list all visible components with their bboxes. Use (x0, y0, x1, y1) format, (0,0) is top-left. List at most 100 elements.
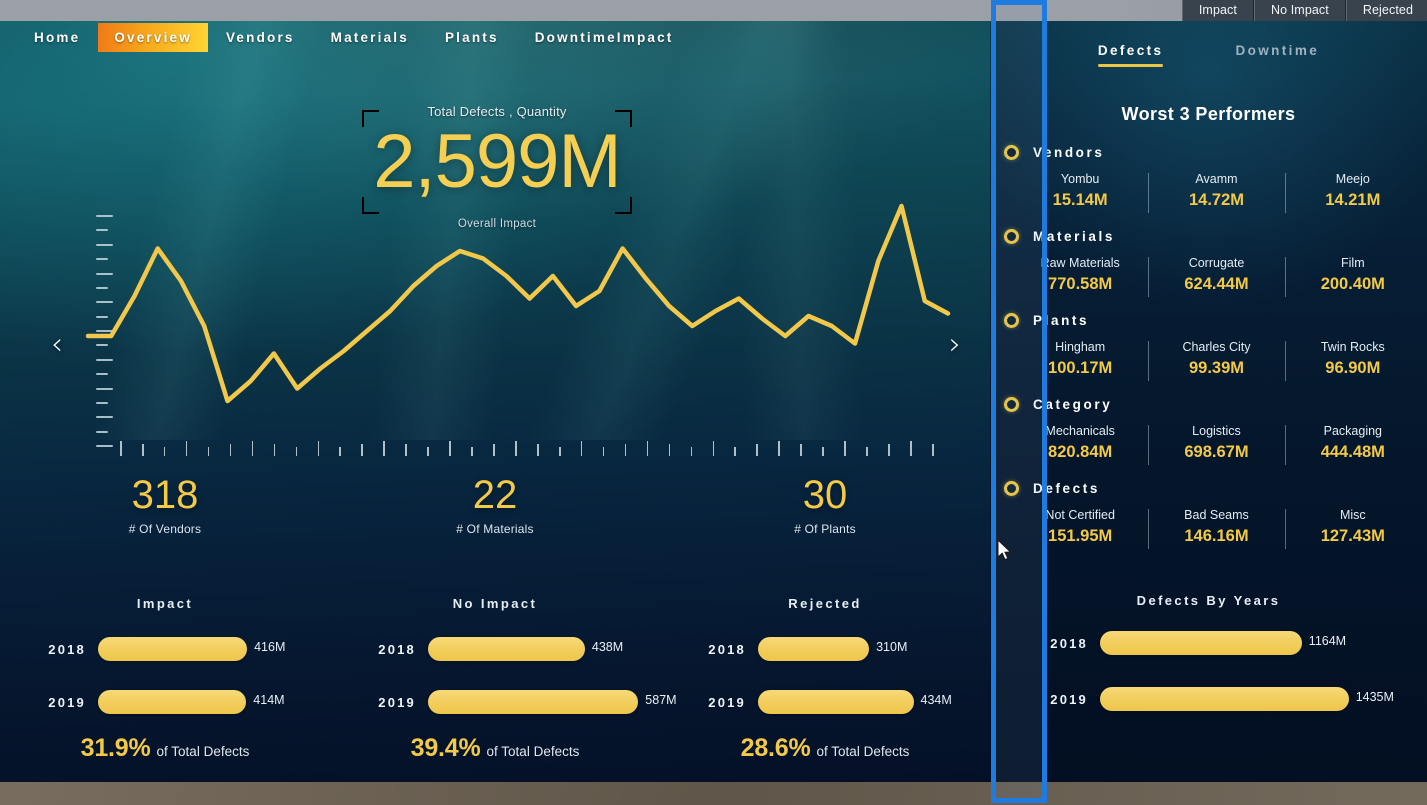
group-defects-label: Defects (1033, 481, 1100, 496)
nav-item-plants[interactable]: Plants (427, 23, 517, 52)
nav-item-vendors[interactable]: Vendors (208, 23, 313, 52)
chevron-left-icon[interactable]: ‹ (40, 328, 74, 362)
right-panel: Defects Downtime Worst 3 Performers Vend… (990, 10, 1427, 782)
item-value: 151.95M (1048, 527, 1113, 545)
report-canvas: Home Overview Vendors Materials Plants D… (0, 10, 1427, 782)
kpi-title: Total Defects , Quantity (427, 104, 567, 119)
counter-materials[interactable]: 22 # Of Materials (330, 472, 660, 552)
group-vendors-header[interactable]: Vendors (1004, 145, 1104, 160)
bar-value-label: 1164M (1308, 634, 1347, 648)
table-row[interactable]: 2019 587M (330, 689, 677, 715)
nav-item-materials[interactable]: Materials (313, 23, 427, 52)
item-value: 99.39M (1188, 359, 1245, 377)
table-row[interactable]: 2019 1435M (990, 686, 1427, 712)
group-defects-header[interactable]: Defects (1004, 481, 1100, 496)
list-item[interactable]: Avamm 14.72M (1148, 171, 1284, 213)
counter-plants[interactable]: 30 # Of Plants (660, 472, 990, 552)
group-plants-header[interactable]: Plants (1004, 313, 1089, 328)
bar-chart-impact[interactable]: Impact 2018 416M 2019 414M 31.9% of Tota… (0, 586, 330, 782)
bar-track: 434M (758, 690, 990, 714)
tab-downtime[interactable]: Downtime (1235, 43, 1319, 67)
table-row[interactable]: 2019 434M (660, 689, 990, 715)
item-value: 624.44M (1184, 275, 1249, 293)
bar-track: 1164M (1100, 631, 1427, 655)
group-vendors: Vendors Yombu 15.14M Avamm 14.72M Meejo (990, 140, 1427, 224)
list-item[interactable]: Mechanicals 820.84M (1012, 423, 1148, 463)
x-axis-tick (580, 441, 583, 456)
no-impact-percentage: 39.4% of Total Defects (330, 734, 660, 763)
item-value: 127.43M (1320, 527, 1385, 545)
counter-vendors-label: # Of Vendors (128, 522, 202, 536)
x-axis-tick (756, 444, 759, 456)
bar-track: 414M (98, 690, 330, 714)
table-row[interactable]: 2018 310M (660, 636, 990, 662)
tab-defects[interactable]: Defects (1097, 43, 1164, 67)
item-name: Mechanicals (1045, 424, 1115, 438)
table-row[interactable]: 2018 416M (0, 636, 330, 662)
x-axis-tick (295, 447, 298, 456)
item-value: 14.72M (1188, 191, 1245, 209)
x-axis-tick (339, 447, 342, 456)
list-item[interactable]: Not Certified 151.95M (1012, 507, 1148, 547)
bar-track: 310M (758, 637, 990, 661)
x-axis-tick (602, 447, 605, 456)
group-defects: Defects Not Certified 151.95M Bad Seams … (990, 476, 1427, 560)
table-row[interactable]: 2018 438M (330, 636, 660, 662)
x-axis-tick (361, 444, 363, 456)
bar-chart-no-impact[interactable]: No Impact 2018 438M 2019 587M 39.4% of T… (330, 586, 677, 782)
bar-fill (428, 690, 639, 714)
group-plants: Plants Hingham 100.17M Charles City 99.3… (990, 308, 1427, 392)
x-axis-tick (471, 447, 473, 456)
item-value: 96.90M (1325, 359, 1381, 377)
list-item[interactable]: Twin Rocks 96.90M (1284, 339, 1421, 381)
x-axis-tick (405, 444, 407, 456)
impact-percentage-text: of Total Defects (156, 744, 250, 759)
bar-value-label: 438M (591, 640, 624, 654)
list-item[interactable]: Packaging 444.48M (1284, 423, 1421, 465)
list-item[interactable]: Meejo 14.21M (1284, 171, 1421, 213)
impact-percentage-value: 31.9% (80, 734, 151, 762)
x-axis-tick (712, 441, 715, 456)
x-axis-tick (646, 441, 649, 456)
slicer-no-impact[interactable]: No Impact (1253, 0, 1346, 21)
bar-value-label: 1435M (1355, 690, 1394, 704)
slicer-rejected[interactable]: Rejected (1345, 0, 1427, 21)
list-item[interactable]: Corrugate 624.44M (1148, 255, 1284, 297)
defects-year-label: 2018 (1050, 635, 1088, 651)
list-item[interactable]: Raw Materials 770.58M (1012, 255, 1148, 295)
item-name: Hingham (1055, 340, 1106, 354)
counter-vendors[interactable]: 318 # Of Vendors (0, 472, 330, 552)
counter-materials-label: # Of Materials (456, 522, 534, 536)
item-value: 770.58M (1048, 275, 1113, 293)
nav-item-downtime-impact[interactable]: DowntimeImpact (517, 23, 692, 52)
bar-value-label: 434M (920, 693, 952, 707)
counter-materials-value: 22 (472, 473, 518, 517)
list-item[interactable]: Bad Seams 146.16M (1148, 507, 1284, 549)
list-item[interactable]: Hingham 100.17M (1012, 339, 1148, 379)
list-item[interactable]: Logistics 698.67M (1148, 423, 1284, 465)
table-row[interactable]: 2019 414M (0, 689, 330, 715)
total-defects-line-chart[interactable] (85, 203, 951, 456)
group-materials-header[interactable]: Materials (1004, 229, 1115, 244)
x-axis-tick (229, 444, 232, 456)
nav-item-overview[interactable]: Overview (98, 22, 208, 52)
group-plants-items: Hingham 100.17M Charles City 99.39M Twin… (1012, 339, 1421, 381)
bar-fill (1100, 687, 1349, 711)
item-name: Twin Rocks (1320, 340, 1385, 354)
line-chart-svg (85, 203, 951, 404)
bar-fill (428, 637, 585, 661)
chevron-right-icon[interactable]: › (938, 328, 972, 362)
bar-chart-rejected[interactable]: Rejected 2018 310M 2019 434M 28.6% of To… (660, 586, 990, 782)
slicer-impact[interactable]: Impact (1181, 0, 1254, 21)
bar-year-label: 2018 (48, 641, 86, 657)
list-item[interactable]: Yombu 15.14M (1012, 171, 1148, 211)
list-item[interactable]: Charles City 99.39M (1148, 339, 1284, 381)
list-item[interactable]: Film 200.40M (1284, 255, 1421, 297)
table-row[interactable]: 2018 1164M (990, 630, 1427, 656)
item-value: 14.21M (1325, 191, 1381, 209)
x-axis-tick (427, 447, 429, 456)
list-item[interactable]: Misc 127.43M (1284, 507, 1421, 549)
nav-item-home[interactable]: Home (16, 23, 98, 52)
group-category-header[interactable]: Category (1004, 397, 1112, 412)
item-name: Raw Materials (1040, 256, 1120, 270)
